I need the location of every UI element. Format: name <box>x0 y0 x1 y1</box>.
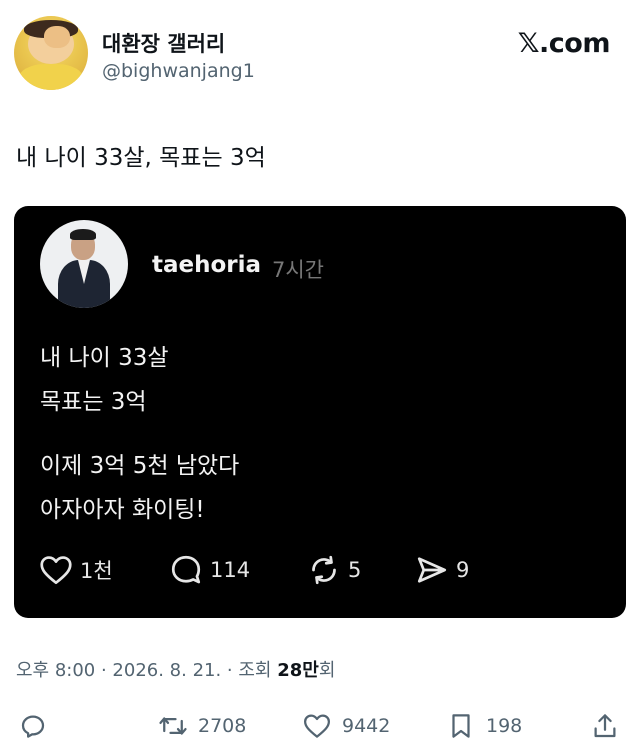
author-handle[interactable]: @bighwanjang1 <box>102 60 255 82</box>
heart-icon <box>40 556 72 585</box>
embedded-avatar <box>40 220 128 308</box>
embedded-line: 아자아자 화이팅! <box>40 497 205 523</box>
embedded-line: 목표는 3억 <box>40 389 147 415</box>
embedded-share-action: 9 <box>414 550 469 590</box>
like-button[interactable]: 9442 <box>302 706 390 746</box>
view-suffix: 회 <box>318 660 336 681</box>
tweet-meta: 오후 8:00 · 2026. 8. 21. · 조회 28만회 <box>16 656 335 682</box>
bookmark-count: 198 <box>486 715 523 737</box>
retweet-button[interactable]: 2708 <box>158 706 246 746</box>
retweet-count: 2708 <box>198 715 247 737</box>
like-count: 9442 <box>342 715 391 737</box>
embedded-line: 내 나이 33살 <box>40 345 169 371</box>
reply-icon <box>21 715 45 738</box>
embedded-time: 7시간 <box>272 258 325 282</box>
retweet-icon <box>159 717 187 735</box>
send-icon <box>417 557 447 583</box>
embedded-share-count: 9 <box>456 558 470 582</box>
heart-icon <box>304 714 330 738</box>
tweet-text: 내 나이 33살, 목표는 3억 <box>16 145 266 171</box>
repost-icon <box>312 555 336 585</box>
avatar-hair-shape <box>70 229 96 240</box>
share-button[interactable] <box>590 706 620 746</box>
embedded-comment-action: 114 <box>168 550 250 590</box>
view-count: 28만 <box>277 660 319 681</box>
bookmark-icon <box>452 714 470 738</box>
author-avatar[interactable] <box>14 16 88 90</box>
embedded-line: 이제 3억 5천 남았다 <box>40 453 240 479</box>
avatar-hand-shape <box>44 26 70 48</box>
share-icon <box>594 714 616 738</box>
bookmark-button[interactable]: 198 <box>446 706 522 746</box>
embedded-post-card: taehoria 7시간 내 나이 33살 목표는 3억 이제 3억 5천 남았… <box>14 206 626 618</box>
embedded-like-count: 1천 <box>80 559 113 583</box>
embedded-username: taehoria <box>152 252 262 278</box>
author-display-name[interactable]: 대환장 갤러리 <box>102 28 225 58</box>
avatar-body-shape <box>18 64 84 90</box>
comment-bubble-icon <box>171 555 201 584</box>
x-logo: 𝕏.com <box>517 28 611 59</box>
embedded-comment-count: 114 <box>210 558 251 582</box>
embedded-like-action: 1천 <box>38 550 113 590</box>
embedded-repost-action: 5 <box>306 550 361 590</box>
reply-button[interactable] <box>18 706 48 746</box>
embedded-repost-count: 5 <box>348 558 362 582</box>
tweet-timestamp[interactable]: 오후 8:00 · 2026. 8. 21. · 조회 <box>16 660 277 681</box>
